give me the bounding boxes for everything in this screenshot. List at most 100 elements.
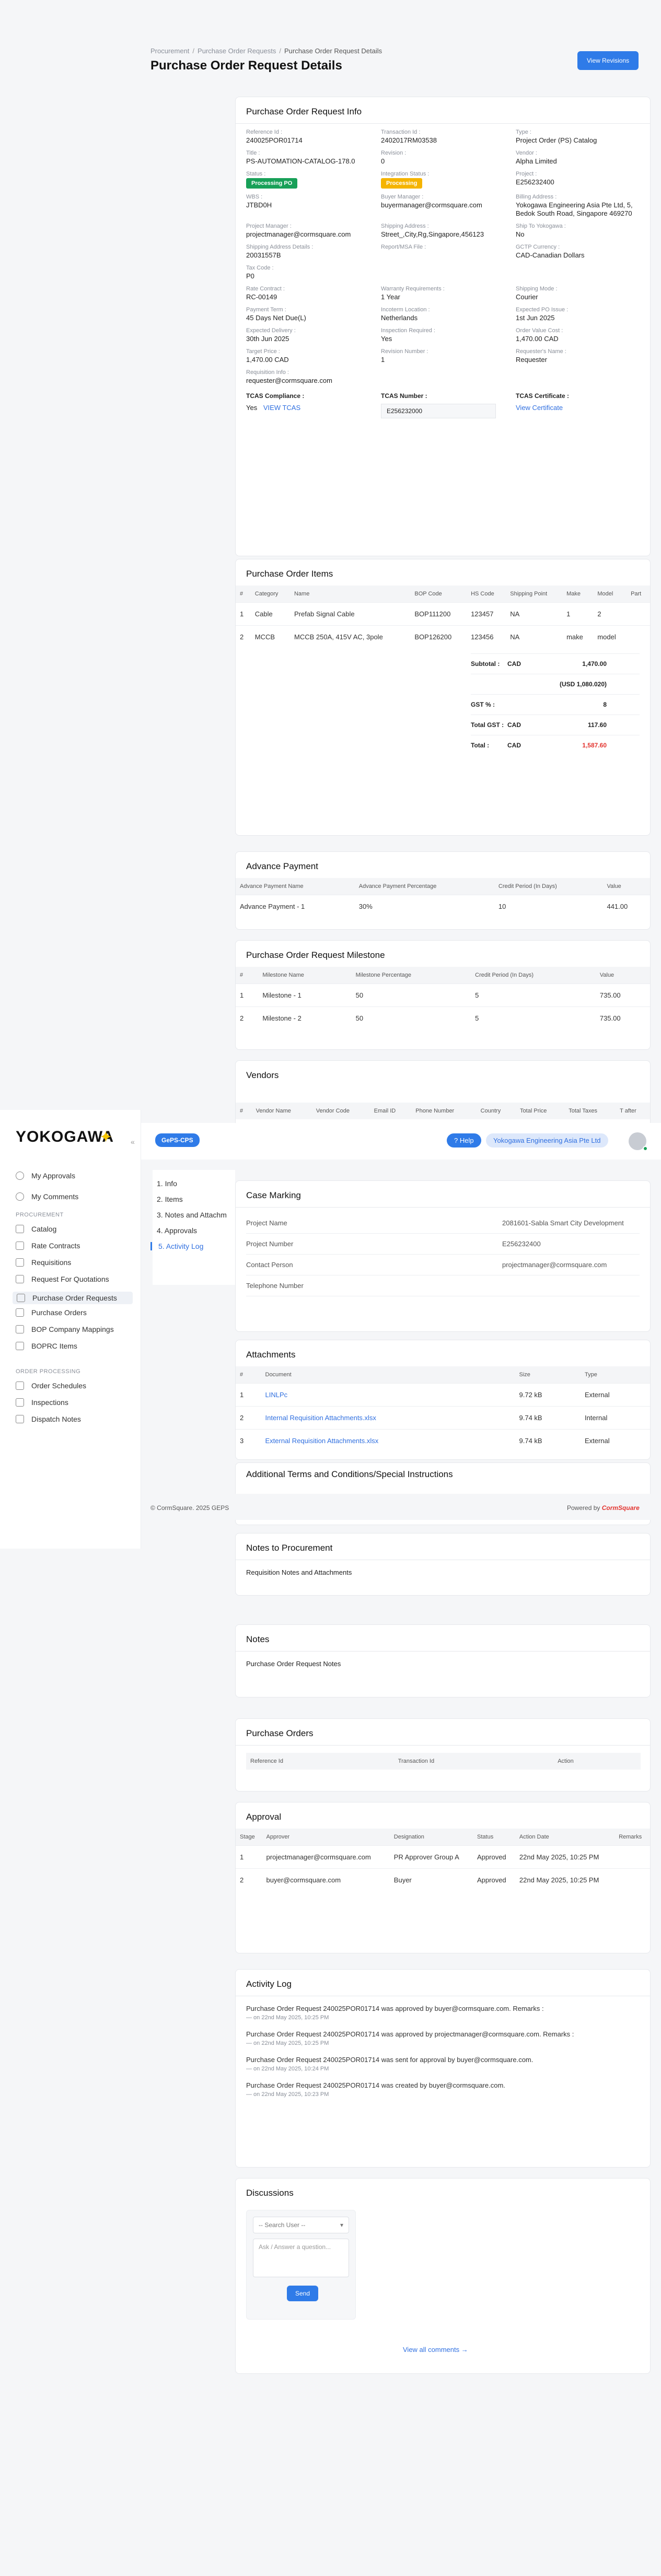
info-field-link[interactable]: JTBD0H — [246, 201, 272, 209]
activity-log-card: Activity Log Purchase Order Request 2400… — [235, 1969, 651, 2168]
activity-entry: Purchase Order Request 240025POR01714 wa… — [236, 2005, 650, 2021]
info-field-label: Expected Delivery : — [246, 327, 296, 334]
toc-link[interactable]: 4. Approvals — [157, 1226, 197, 1235]
attachment-link[interactable]: Internal Requisition Attachments.xlsx — [261, 1406, 515, 1430]
table-cell — [627, 602, 650, 626]
sidebar-item[interactable]: Order Schedules — [16, 1381, 86, 1390]
breadcrumb-por[interactable]: Purchase Order Requests — [198, 47, 276, 55]
sidebar-item[interactable]: Purchase Orders — [16, 1308, 87, 1317]
milestone-heading: Purchase Order Request Milestone — [246, 950, 385, 960]
info-field-link[interactable]: E256232400 — [516, 178, 554, 186]
info-field-value: 30th Jun 2025 — [246, 335, 289, 343]
view-revisions-button[interactable]: View Revisions — [577, 51, 639, 70]
info-field-value: Yes — [381, 335, 392, 343]
column-header: Country — [476, 1103, 516, 1119]
info-field: Project Manager : projectmanager@cormsqua… — [246, 223, 381, 239]
approval-table: Stage Approver Designation Status Action Dat… — [236, 1829, 650, 1891]
table-cell: BOP111200 — [410, 602, 467, 626]
total-value: 1,587.60 — [582, 742, 607, 749]
info-field-label: Project : — [516, 171, 537, 177]
info-field-label: Project Manager : — [246, 223, 292, 229]
info-field-value: Street_,City,Rg,Singapore,456123 — [381, 230, 484, 238]
case-marking-row: Telephone Number — [246, 1275, 640, 1296]
case-marking-card: Case Marking Project Name 2081601-Sabla S… — [235, 1180, 651, 1332]
case-marking-row: Contact Person projectmanager@cormsquare.… — [246, 1255, 640, 1275]
column-header: Action — [553, 1753, 641, 1770]
breadcrumb-procurement[interactable]: Procurement — [150, 47, 189, 55]
table-cell: 9.74 kB — [515, 1429, 581, 1452]
vendors-heading: Vendors — [246, 1070, 279, 1080]
info-field-label: Warranty Requirements : — [381, 286, 445, 292]
view-all-comments-link[interactable]: View all comments → — [403, 2346, 468, 2353]
collapse-sidebar-icon[interactable]: « — [131, 1138, 135, 1146]
case-marking-label: Project Name — [246, 1219, 287, 1227]
attachments-card: Attachments # Document Size Type 1 LINLPc 9.72… — [235, 1340, 651, 1460]
column-header: # — [236, 586, 251, 603]
sidebar-item[interactable]: Catalog — [16, 1225, 56, 1233]
sidebar-item[interactable]: BOP Company Mappings — [16, 1325, 114, 1333]
send-button[interactable]: Send — [287, 2286, 319, 2301]
user-search-select[interactable]: -- Search User -- ▾ — [253, 2217, 349, 2233]
table-cell: Prefab Signal Cable — [289, 602, 411, 626]
sidebar-item[interactable]: Request For Quotations — [16, 1275, 109, 1283]
sidebar-item[interactable]: BOPRC Items — [16, 1342, 77, 1350]
toc-link[interactable]: 1. Info — [157, 1179, 177, 1188]
attachment-link[interactable]: LINLPc — [261, 1383, 515, 1407]
tcas-section: TCAS Compliance : Yes VIEW TCAS TCAS Num… — [236, 385, 650, 426]
sidebar-item[interactable]: My Approvals — [16, 1172, 75, 1180]
toc-link[interactable]: 5. Activity Log — [150, 1242, 203, 1250]
nav-icon — [16, 1415, 24, 1423]
question-textarea[interactable]: Ask / Answer a question... — [253, 2239, 349, 2277]
toc-link[interactable]: 2. Items — [157, 1195, 183, 1203]
sidebar-item[interactable]: Requisitions — [16, 1258, 71, 1267]
toc-link[interactable]: 3. Notes and Attachm — [157, 1211, 227, 1219]
case-marking-heading: Case Marking — [246, 1190, 301, 1200]
info-field: Tax Code : P0 — [246, 265, 381, 280]
items-card: Purchase Order Items # Category Name BOP Co… — [235, 559, 651, 836]
table-cell: External — [580, 1429, 650, 1452]
help-button[interactable]: ? Help — [447, 1133, 481, 1148]
info-field-value: Courier — [516, 293, 538, 301]
table-cell: External — [580, 1383, 650, 1407]
view-tcas-link[interactable]: VIEW TCAS — [263, 404, 300, 412]
company-selector[interactable]: Yokogawa Engineering Asia Pte Ltd — [486, 1133, 608, 1148]
attachments-heading: Attachments — [246, 1350, 296, 1360]
table-cell: MCCB — [250, 625, 290, 648]
info-field-value: requester@cormsquare.com — [246, 377, 332, 384]
column-header: Shipping Point — [506, 586, 563, 603]
info-card: Purchase Order Request Info Reference Id… — [235, 97, 651, 556]
column-header: Type — [580, 1366, 650, 1384]
column-header: Document — [261, 1366, 515, 1384]
info-field-label: Reference Id : — [246, 129, 283, 135]
table-cell: 50 — [351, 983, 471, 1007]
info-field: Order Value Cost :1,470.00 CAD — [516, 327, 651, 343]
info-field: Buyer Manager : buyermanager@cormsquare.c… — [381, 194, 516, 218]
total-row: Total GST : CAD 117.60 — [471, 715, 640, 735]
nav-icon — [17, 1294, 25, 1302]
attachment-link[interactable]: External Requisition Attachments.xlsx — [261, 1429, 515, 1452]
chevron-down-icon: ▾ — [340, 2221, 343, 2229]
total-value: 117.60 — [587, 721, 607, 729]
info-field: Type : Project Order (PS) Catalog — [516, 129, 651, 145]
info-field-label: Report/MSA File : — [381, 244, 426, 250]
sidebar-item[interactable]: Dispatch Notes — [16, 1415, 81, 1423]
sidebar-item[interactable]: My Comments — [16, 1192, 78, 1201]
column-header: Reference Id — [246, 1753, 394, 1770]
sidebar-item[interactable]: Rate Contracts — [16, 1242, 80, 1250]
sidebar-item[interactable]: Inspections — [16, 1398, 68, 1407]
case-marking-label: Project Number — [246, 1240, 294, 1248]
table-row: 1 Cable Prefab Signal Cable BOP111200 123457… — [236, 602, 650, 626]
info-field-link[interactable]: 2402017RM03538 — [381, 136, 437, 144]
info-field-label: Billing Address : — [516, 194, 557, 200]
sidebar-item[interactable]: Purchase Order Requests — [13, 1292, 133, 1304]
activity-message: Purchase Order Request 240025POR01714 wa… — [246, 2081, 505, 2089]
info-field-link[interactable]: 20031557B — [246, 251, 281, 259]
nav-icon — [16, 1342, 24, 1350]
tcas-compliance-label: TCAS Compliance : — [246, 392, 305, 400]
items-table: # Category Name BOP Code HS Code Shipping Poi… — [236, 586, 650, 648]
notes-text: Purchase Order Request Notes — [246, 1660, 341, 1668]
info-field-label: Shipping Address Details : — [246, 244, 314, 250]
info-field: Status : Processing PO — [246, 171, 381, 189]
view-certificate-link[interactable]: View Certificate — [516, 404, 563, 412]
column-header: Category — [250, 586, 290, 603]
